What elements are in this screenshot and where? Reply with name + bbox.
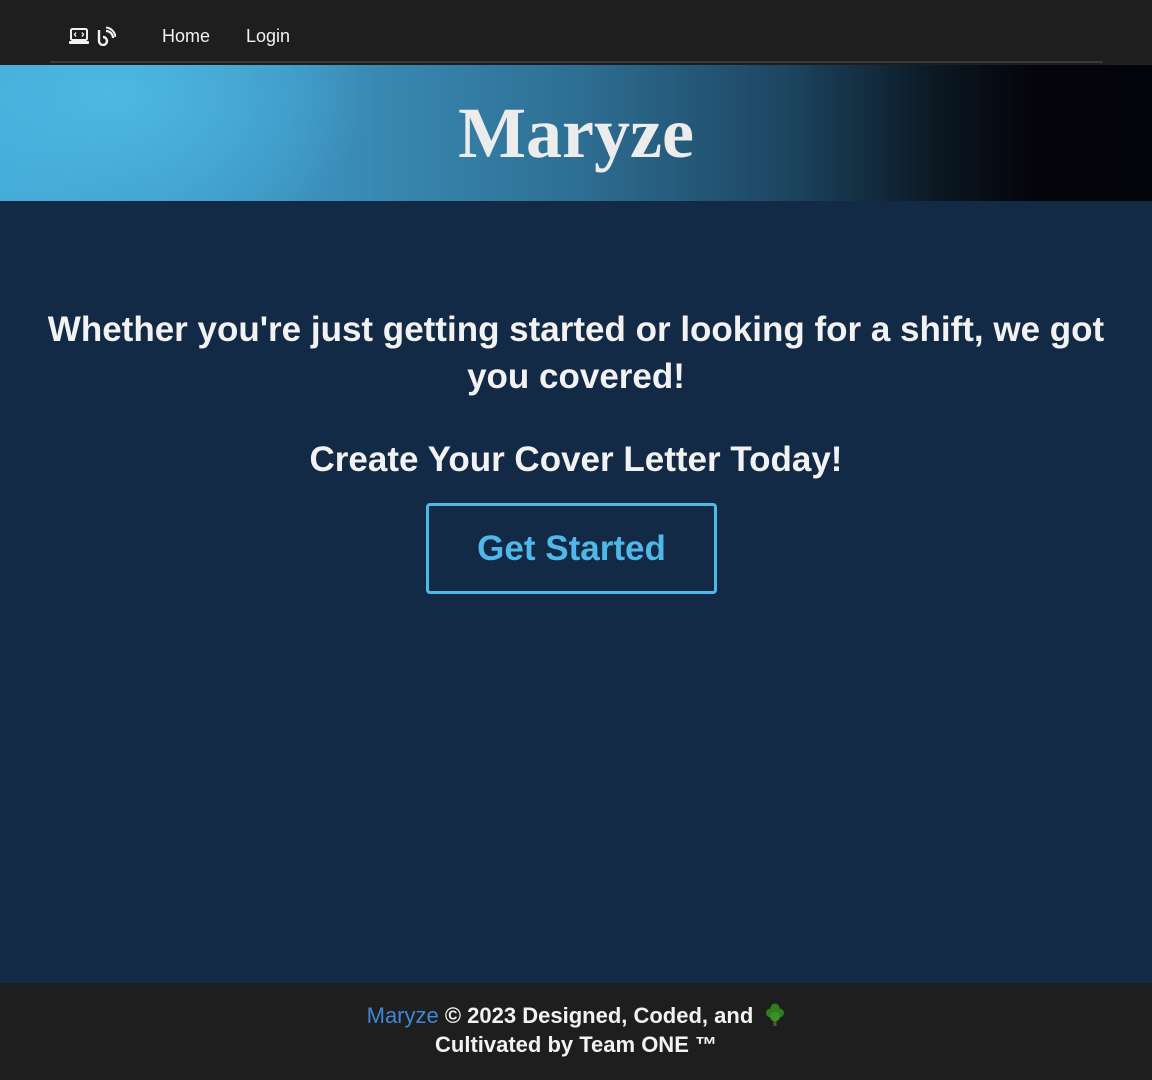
footer: Maryze © 2023 Designed, Coded, and Culti… [0,983,1152,1080]
laptop-code-icon [68,26,90,46]
blog-icon [96,26,116,46]
hero-banner: Maryze [0,65,1152,201]
get-started-button[interactable]: Get Started [426,503,717,594]
main-content: Whether you're just getting started or l… [0,201,1152,983]
footer-copyright-line1: Maryze © 2023 Designed, Coded, and [0,1002,1152,1034]
footer-copyright-text: © 2023 Designed, Coded, and [438,1003,760,1028]
brand-logo[interactable] [68,26,116,46]
nav-link-home[interactable]: Home [162,26,210,47]
navbar: Home Login [0,0,1152,65]
footer-copyright-line2: Cultivated by Team ONE ™ [435,1032,717,1057]
cta-heading: Create Your Cover Letter Today! [309,440,843,479]
nav-link-login[interactable]: Login [246,26,290,47]
site-title: Maryze [458,93,694,173]
tree-icon [765,1003,785,1034]
tagline: Whether you're just getting started or l… [47,310,1105,396]
navbar-inner: Home Login [50,0,1103,63]
footer-brand-link[interactable]: Maryze [367,1003,439,1028]
